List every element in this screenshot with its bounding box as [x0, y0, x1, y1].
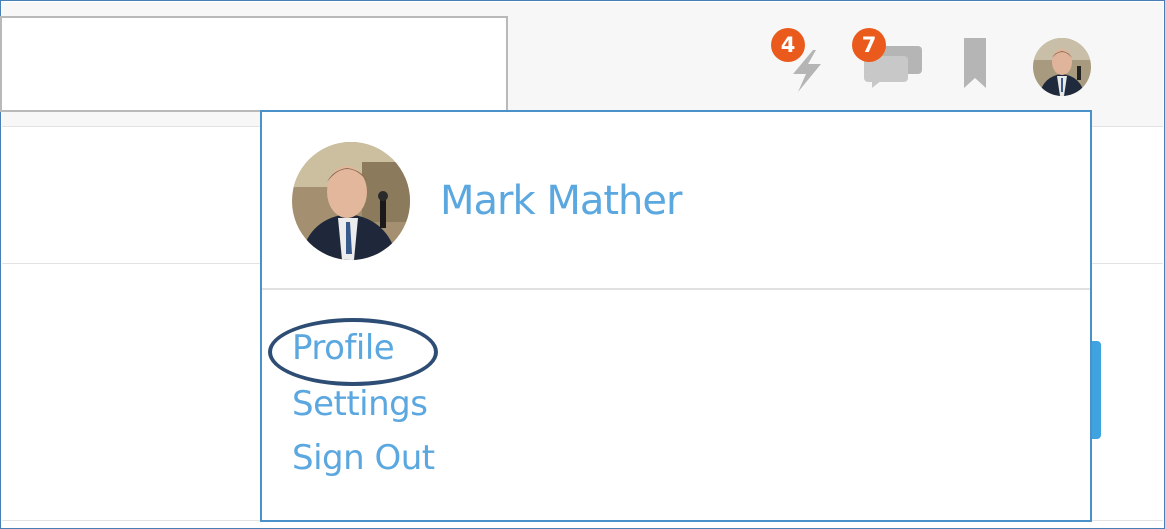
- avatar: [1033, 38, 1091, 96]
- user-name-link[interactable]: Mark Mather: [440, 178, 682, 224]
- search-input[interactable]: [0, 16, 508, 112]
- menu-item-sign-out[interactable]: Sign Out: [292, 438, 435, 478]
- notifications-badge: 4: [771, 28, 805, 62]
- messages-button[interactable]: 7: [850, 28, 930, 98]
- bookmarks-button[interactable]: [960, 36, 990, 92]
- top-bar: 4 7: [0, 2, 1163, 127]
- menu-item-profile[interactable]: Profile: [292, 328, 395, 368]
- side-tab[interactable]: [1091, 341, 1101, 439]
- avatar: [292, 142, 410, 260]
- page-frame: 4 7 Mark Mather Profile Settings Sign Ou…: [0, 0, 1165, 529]
- messages-badge: 7: [852, 28, 886, 62]
- dropdown-header: Mark Mather: [262, 112, 1090, 290]
- notifications-button[interactable]: 4: [769, 28, 839, 98]
- user-avatar-button[interactable]: [1033, 38, 1091, 96]
- profile-photo: [292, 142, 410, 260]
- user-dropdown-menu: Mark Mather Profile Settings Sign Out: [260, 110, 1092, 522]
- bookmark-icon: [964, 38, 986, 88]
- menu-item-settings[interactable]: Settings: [292, 384, 428, 424]
